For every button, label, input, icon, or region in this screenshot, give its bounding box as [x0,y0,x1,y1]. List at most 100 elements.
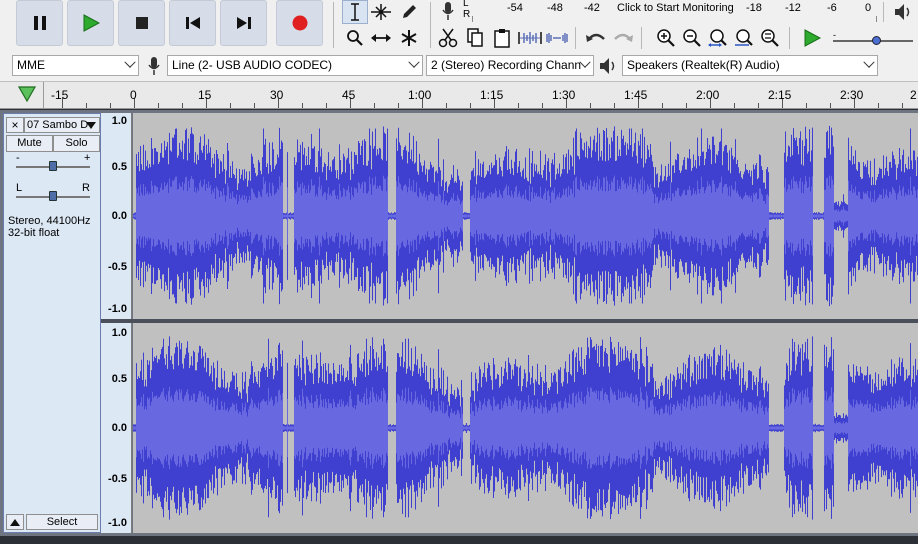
record-icon [292,15,307,31]
envelope-tool[interactable] [368,0,394,24]
skip-to-start-button[interactable] [169,0,216,46]
amplitude-label: -0.5 [108,261,127,273]
pan-slider-knob[interactable] [49,191,57,201]
meter-tick: -54 [507,2,523,14]
zoom-out-icon [683,29,701,47]
separator [789,27,790,49]
ruler-tick [158,103,159,108]
waveform-left-channel[interactable] [133,113,918,319]
ruler-tick [542,103,543,108]
transport-toolbar [2,0,327,50]
magnifier-icon [347,30,363,46]
ruler-tick [902,103,903,108]
fit-project-icon [735,29,753,46]
separator [575,27,576,49]
envelope-icon [371,4,391,20]
ruler-label: 1:45 [624,88,648,102]
amplitude-label: -0.5 [108,473,127,485]
separator [430,2,431,48]
track-control-panel[interactable]: × 07 Sambo D Mute Solo - + L R Stereo, 4… [3,113,101,533]
track-close-button[interactable]: × [6,117,24,133]
recording-device-select[interactable]: Line (2- USB AUDIO CODEC) [167,55,423,76]
fit-selection-button[interactable] [705,24,731,52]
clipboard-icon [494,29,510,48]
stop-button[interactable] [118,0,165,46]
undo-button[interactable] [583,24,609,52]
mute-button[interactable]: Mute [6,135,53,152]
copy-button[interactable] [462,24,488,52]
ruler-label: -15 [51,88,69,102]
ruler-label: 30 [270,88,284,102]
playback-device-select[interactable]: Speakers (Realtek(R) Audio) [622,55,878,76]
redo-icon [614,33,633,42]
zoom-tool[interactable] [342,26,368,50]
trim-audio-icon [518,32,542,44]
zoom-in-button[interactable] [653,24,679,52]
amplitude-label: 1.0 [111,115,127,127]
ruler-tick [254,103,255,108]
draw-tool[interactable] [396,0,422,24]
speaker-icon[interactable] [893,2,913,22]
ruler-tick [758,103,759,108]
meter-left-label: L [463,0,469,9]
device-toolbar: MME Line (2- USB AUDIO CODEC) 2 (Stereo)… [0,52,918,79]
speed-slider-minus: - [833,30,836,40]
track-area: × 07 Sambo D Mute Solo - + L R Stereo, 4… [0,110,918,536]
play-button[interactable] [67,0,114,46]
track-name-menu[interactable]: 07 Sambo D [24,117,100,133]
tools-toolbar [338,0,426,52]
separator [333,2,334,48]
gain-minus-label: - [16,152,20,164]
play-at-speed-icon[interactable] [802,28,822,48]
solo-button[interactable]: Solo [53,135,100,152]
select-track-button[interactable]: Select [26,514,98,530]
recording-meter[interactable]: L R -54 -48 -42 Click to Start Monitorin… [436,0,881,24]
cut-button[interactable] [435,24,461,52]
amplitude-label: 0.0 [111,210,127,222]
recording-channels-select[interactable]: 2 (Stereo) Recording Chann [426,55,594,76]
pan-right-label: R [82,182,90,194]
zoom-out-button[interactable] [679,24,705,52]
ruler-label: 2:30 [840,88,864,102]
timeline-ruler[interactable]: -15 0 15 30 45 1:00 1:15 1:30 1:45 2:00 … [0,81,918,109]
waveform-left-svg [133,125,918,307]
ruler-tick [686,103,687,108]
timeline-play-head-icon[interactable] [18,86,36,102]
skip-to-end-button[interactable] [220,0,267,46]
multi-tool[interactable] [396,26,422,50]
chevron-down-icon [124,56,136,68]
skip-to-end-icon [236,17,251,29]
ruler-tick [86,103,87,108]
chevron-down-icon [863,56,875,68]
speed-slider-knob[interactable] [872,36,881,45]
time-shift-tool[interactable] [368,26,394,50]
ruler-label: 1:30 [552,88,576,102]
audio-host-select[interactable]: MME [12,55,139,76]
waveform-right-channel[interactable] [133,323,918,533]
ruler-tick [230,103,231,108]
silence-button[interactable] [544,24,570,52]
amplitude-label: 0.0 [111,422,127,434]
ruler-tick [326,103,327,108]
amplitude-label: 0.5 [111,161,127,173]
meter-tick: -48 [547,2,563,14]
meter-tick: 0 [865,2,872,14]
meter-monitor-text[interactable]: Click to Start Monitoring [617,2,734,14]
collapse-track-button[interactable] [6,514,24,530]
fit-project-button[interactable] [731,24,757,52]
pause-button[interactable] [16,0,63,46]
meter-right-label: R [463,9,471,20]
ruler-tick [470,103,471,108]
record-button[interactable] [276,0,323,46]
ruler-label: 0 [130,88,137,102]
gain-slider-knob[interactable] [49,161,57,171]
i-beam-icon [351,3,359,21]
ruler-tick [878,103,879,108]
playback-device-value: Speakers (Realtek(R) Audio) [627,58,780,72]
zoom-toggle-button[interactable] [757,24,783,52]
redo-button[interactable] [610,24,636,52]
paste-button[interactable] [489,24,515,52]
trim-button[interactable] [517,24,543,52]
selection-tool[interactable] [342,0,368,24]
track-name: 07 Sambo D [27,119,89,131]
